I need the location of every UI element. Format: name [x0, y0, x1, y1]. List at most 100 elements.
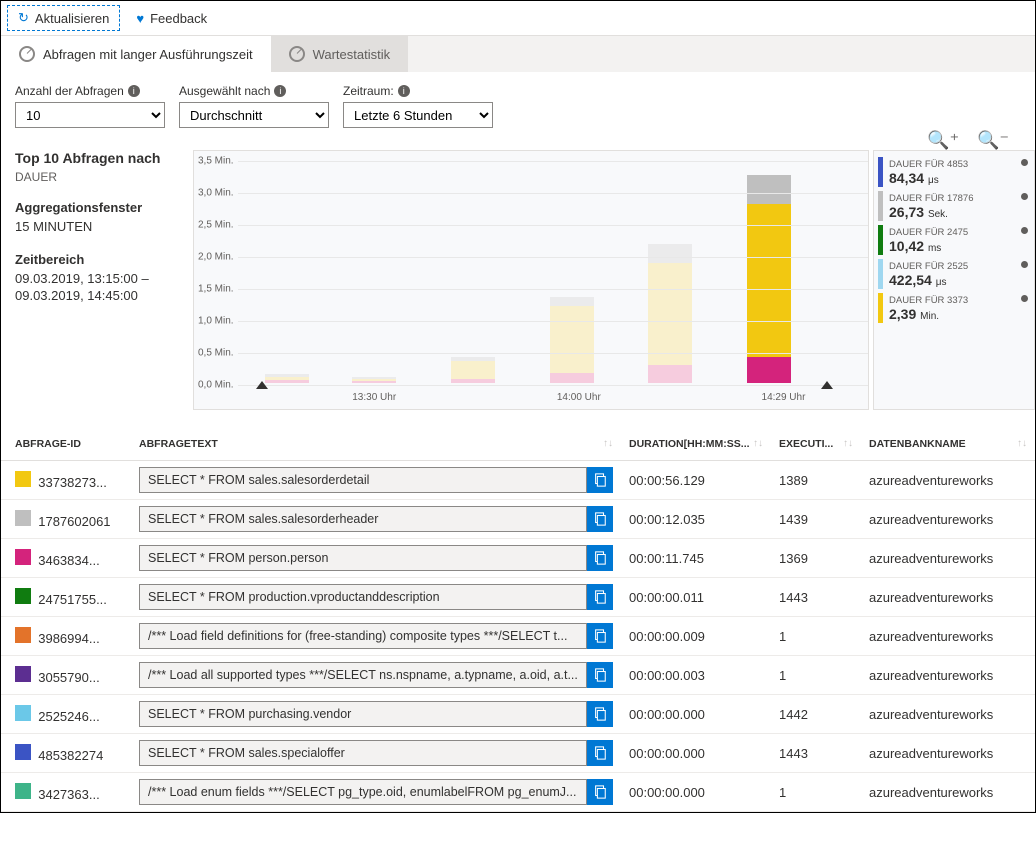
table-row[interactable]: 3463834... SELECT * FROM person.person 00:… [1, 539, 1035, 578]
db-cell: azureadventureworks [861, 617, 1035, 656]
query-text[interactable]: /*** Load all supported types ***/SELECT… [139, 662, 587, 688]
query-text[interactable]: SELECT * FROM sales.salesorderdetail [139, 467, 587, 493]
table-row[interactable]: 2525246... SELECT * FROM purchasing.vendo… [1, 695, 1035, 734]
exec-cell: 1369 [771, 539, 861, 578]
feedback-button[interactable]: ♥ Feedback [126, 5, 217, 31]
col-duration[interactable]: DURATION[HH:MM:SS...↑↓ [621, 428, 771, 461]
timerange-value: 09.03.2019, 13:15:00 – 09.03.2019, 14:45… [15, 271, 185, 305]
tab-wait-stats[interactable]: Wartestatistik [271, 36, 409, 72]
duration-cell: 00:00:00.000 [621, 695, 771, 734]
query-text[interactable]: /*** Load field definitions for (free-st… [139, 623, 587, 649]
timerange-label: Zeitbereich [15, 252, 185, 267]
gauge-icon [19, 46, 35, 62]
legend-item[interactable]: DAUER FÜR 247510,42 ms [878, 225, 1030, 255]
col-db[interactable]: DATENBANKNAME↑↓ [861, 428, 1035, 461]
x-tick: 14:00 Uhr [557, 392, 601, 403]
db-cell: azureadventureworks [861, 539, 1035, 578]
refresh-icon: ↻ [18, 10, 29, 26]
exec-cell: 1443 [771, 578, 861, 617]
query-text[interactable]: SELECT * FROM sales.salesorderheader [139, 506, 587, 532]
exec-cell: 1443 [771, 734, 861, 773]
color-swatch [15, 627, 31, 643]
color-swatch [15, 705, 31, 721]
chart-bar[interactable] [352, 377, 396, 383]
feedback-label: Feedback [150, 11, 207, 26]
refresh-label: Aktualisieren [35, 11, 109, 26]
range-handle[interactable] [256, 381, 268, 389]
info-icon[interactable]: i [398, 85, 410, 97]
y-tick: 2,0 Min. [198, 252, 234, 263]
zoom-out-icon[interactable]: 🔍⁻ [977, 130, 1009, 151]
table-row[interactable]: 3986994.../*** Load field definitions fo… [1, 617, 1035, 656]
table-row[interactable]: 33738273... SELECT * FROM sales.salesorde… [1, 461, 1035, 500]
metric-label: DAUER [15, 170, 185, 184]
y-tick: 2,5 Min. [198, 220, 234, 231]
count-select[interactable]: 10 [15, 102, 165, 128]
copy-button[interactable] [587, 545, 613, 571]
table-row[interactable]: 1787602061 SELECT * FROM sales.salesorder… [1, 500, 1035, 539]
copy-button[interactable] [587, 740, 613, 766]
query-text[interactable]: SELECT * FROM purchasing.vendor [139, 701, 587, 727]
table-row[interactable]: 3055790... /*** Load all supported types … [1, 656, 1035, 695]
copy-button[interactable] [587, 506, 613, 532]
query-id: 2525246... [38, 709, 99, 724]
col-id[interactable]: ABFRAGE-ID [1, 428, 131, 461]
db-cell: azureadventureworks [861, 578, 1035, 617]
copy-button[interactable] [587, 467, 613, 493]
queries-table: ABFRAGE-ID ABFRAGETEXT↑↓ DURATION[HH:MM:… [1, 428, 1035, 812]
range-handle[interactable] [821, 381, 833, 389]
info-icon[interactable] [1021, 159, 1028, 166]
color-swatch [15, 549, 31, 565]
duration-chart[interactable]: 0,0 Min.0,5 Min.1,0 Min.1,5 Min.2,0 Min.… [193, 150, 869, 410]
exec-cell: 1439 [771, 500, 861, 539]
col-text[interactable]: ABFRAGETEXT↑↓ [131, 428, 621, 461]
copy-button[interactable] [587, 701, 613, 727]
col-exec[interactable]: EXECUTI...↑↓ [771, 428, 861, 461]
duration-cell: 00:00:00.000 [621, 734, 771, 773]
copy-button[interactable] [587, 584, 613, 610]
query-id: 1787602061 [38, 514, 110, 529]
chart-bar[interactable] [648, 244, 692, 383]
info-icon[interactable] [1021, 193, 1028, 200]
info-icon[interactable]: i [128, 85, 140, 97]
table-row[interactable]: 485382274SELECT * FROM sales.specialoffe… [1, 734, 1035, 773]
y-tick: 3,0 Min. [198, 188, 234, 199]
info-icon[interactable] [1021, 227, 1028, 234]
copy-button[interactable] [587, 623, 613, 649]
legend-item[interactable]: DAUER FÜR 485384,34 μs [878, 157, 1030, 187]
query-text[interactable]: /*** Load enum fields ***/SELECT pg_type… [139, 779, 587, 805]
info-icon[interactable] [1021, 295, 1028, 302]
legend-item[interactable]: DAUER FÜR 1787626,73 Sek. [878, 191, 1030, 221]
exec-cell: 1 [771, 773, 861, 812]
query-id: 33738273... [38, 475, 107, 490]
table-row[interactable]: 24751755...SELECT * FROM production.vpro… [1, 578, 1035, 617]
duration-cell: 00:00:11.745 [621, 539, 771, 578]
query-text[interactable]: SELECT * FROM production.vproductanddesc… [139, 584, 587, 610]
query-id: 3055790... [38, 670, 99, 685]
info-icon[interactable]: i [274, 85, 286, 97]
db-cell: azureadventureworks [861, 500, 1035, 539]
zoom-in-icon[interactable]: 🔍⁺ [927, 130, 959, 151]
legend-item[interactable]: DAUER FÜR 2525422,54 μs [878, 259, 1030, 289]
y-tick: 1,5 Min. [198, 284, 234, 295]
chart-bar[interactable] [265, 374, 309, 383]
copy-button[interactable] [587, 779, 613, 805]
copy-button[interactable] [587, 662, 613, 688]
period-select[interactable]: Letzte 6 Stunden [343, 102, 493, 128]
query-text[interactable]: SELECT * FROM person.person [139, 545, 587, 571]
legend-item[interactable]: DAUER FÜR 33732,39 Min. [878, 293, 1030, 323]
info-icon[interactable] [1021, 261, 1028, 268]
query-text[interactable]: SELECT * FROM sales.specialoffer [139, 740, 587, 766]
query-id: 3463834... [38, 553, 99, 568]
db-cell: azureadventureworks [861, 773, 1035, 812]
table-row[interactable]: 3427363.../*** Load enum fields ***/SELE… [1, 773, 1035, 812]
chart-bar[interactable] [747, 175, 791, 383]
tab-long-running[interactable]: Abfragen mit langer Ausführungszeit [1, 36, 271, 72]
y-tick: 0,5 Min. [198, 348, 234, 359]
refresh-button[interactable]: ↻ Aktualisieren [7, 5, 120, 31]
selected-select[interactable]: Durchschnitt [179, 102, 329, 128]
chart-bar[interactable] [451, 357, 495, 383]
chart-bar[interactable] [550, 297, 594, 383]
db-cell: azureadventureworks [861, 461, 1035, 500]
db-cell: azureadventureworks [861, 695, 1035, 734]
